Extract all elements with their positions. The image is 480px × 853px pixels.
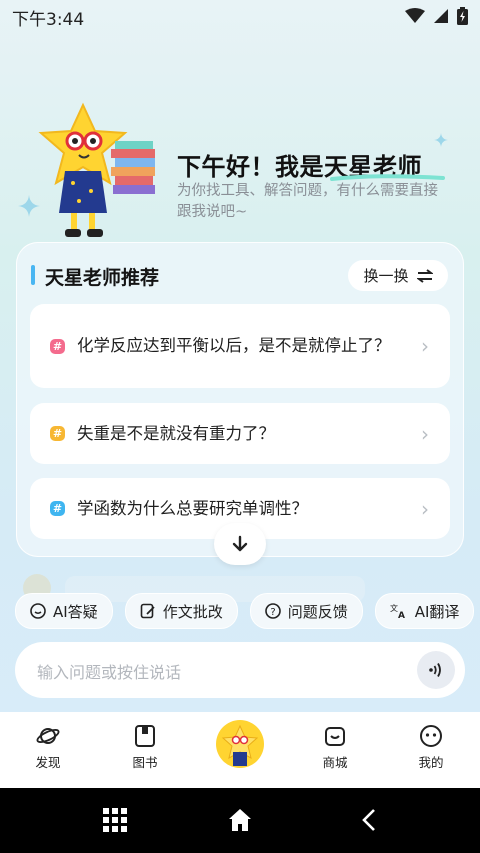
question-text: 学函数为什么总要研究单调性？ bbox=[77, 498, 308, 518]
status-time: 下午3:44 bbox=[12, 10, 85, 30]
status-bar: 下午3:44 bbox=[0, 0, 480, 30]
edit-document-icon bbox=[140, 603, 155, 619]
chat-bubble-icon bbox=[30, 603, 46, 619]
voice-button[interactable] bbox=[417, 651, 455, 689]
expand-down-button[interactable] bbox=[214, 523, 266, 565]
wifi-icon bbox=[405, 8, 425, 23]
system-nav-bar bbox=[0, 788, 480, 853]
question-text: 失重是不是就没有重力了？ bbox=[77, 423, 275, 443]
chip-label: 作文批改 bbox=[162, 602, 223, 621]
tab-label: 我的 bbox=[418, 755, 444, 770]
tab-profile[interactable]: 我的 bbox=[391, 712, 471, 788]
recommend-card: 天星老师推荐 换一换 # 化学反应达到平衡以后，是不是就停止了？ › # 失重是… bbox=[16, 242, 464, 557]
question-item[interactable]: # 失重是不是就没有重力了？ › bbox=[30, 403, 450, 464]
hashtag-icon: # bbox=[50, 501, 65, 516]
sparkle-icon bbox=[434, 133, 448, 147]
tab-label: 商城 bbox=[322, 755, 348, 770]
greeting-subtitle: 为你找工具、解答问题，有什么需要直接跟我说吧~ bbox=[177, 183, 438, 220]
chip-feedback[interactable]: ? 问题反馈 bbox=[249, 593, 363, 629]
signal-icon bbox=[434, 9, 448, 23]
chip-ai-answer[interactable]: AI答疑 bbox=[15, 593, 113, 629]
svg-text:文: 文 bbox=[390, 603, 398, 613]
chip-ai-translate[interactable]: 文A AI翻译 bbox=[374, 593, 475, 629]
tab-label: 图书 bbox=[132, 755, 158, 770]
swap-icon bbox=[416, 268, 433, 283]
tab-star-teacher[interactable] bbox=[216, 720, 264, 768]
question-item[interactable]: # 化学反应达到平衡以后，是不是就停止了？ › bbox=[30, 304, 450, 388]
chip-label: AI答疑 bbox=[53, 602, 98, 621]
arrow-down-icon bbox=[232, 535, 248, 552]
question-bubble-icon: ? bbox=[264, 603, 281, 619]
greeting-hero: 下午好！我是天星老师 为你找工具、解答问题，有什么需要直接跟我说吧~ bbox=[0, 95, 480, 245]
tab-discover[interactable]: 发现 bbox=[8, 712, 88, 788]
profile-face-icon bbox=[420, 725, 442, 747]
chip-essay-review[interactable]: 作文批改 bbox=[124, 593, 238, 629]
question-text: 化学反应达到平衡以后，是不是就停止了？ bbox=[77, 336, 391, 355]
status-icons bbox=[405, 7, 468, 25]
swap-button[interactable]: 换一换 bbox=[348, 260, 448, 291]
bottom-tab-bar: 发现 图书 商城 我的 bbox=[0, 712, 480, 788]
tab-books[interactable]: 图书 bbox=[105, 712, 185, 788]
recent-apps-icon[interactable] bbox=[103, 808, 127, 832]
chevron-right-icon: › bbox=[421, 421, 429, 446]
back-icon[interactable] bbox=[360, 808, 378, 832]
chevron-right-icon: › bbox=[421, 496, 429, 521]
star-mascot-icon bbox=[221, 724, 259, 766]
tab-label: 发现 bbox=[35, 755, 61, 770]
star-teacher-mascot bbox=[38, 102, 155, 237]
quick-tools-row: AI答疑 作文批改 ? 问题反馈 文A AI翻译 bbox=[15, 593, 480, 629]
tab-shop[interactable]: 商城 bbox=[295, 712, 375, 788]
battery-icon bbox=[457, 7, 468, 25]
question-input[interactable]: 输入问题或按住说话 bbox=[15, 642, 465, 698]
planet-icon bbox=[36, 728, 60, 744]
chip-label: AI翻译 bbox=[414, 602, 460, 621]
book-icon bbox=[135, 725, 155, 747]
input-placeholder: 输入问题或按住说话 bbox=[37, 663, 182, 682]
voice-wave-icon bbox=[429, 663, 441, 677]
title-accent-bar bbox=[31, 265, 35, 285]
swap-label: 换一换 bbox=[363, 267, 409, 285]
chevron-right-icon: › bbox=[421, 334, 429, 358]
chip-label: 问题反馈 bbox=[287, 602, 348, 621]
hashtag-icon: # bbox=[50, 338, 65, 354]
recommend-title: 天星老师推荐 bbox=[45, 267, 160, 289]
translate-icon: 文A bbox=[390, 603, 405, 619]
svg-text:?: ? bbox=[270, 607, 275, 618]
svg-text:A: A bbox=[398, 611, 405, 619]
home-icon[interactable] bbox=[228, 808, 252, 832]
shop-bag-icon bbox=[325, 727, 345, 746]
hashtag-icon: # bbox=[50, 426, 65, 441]
